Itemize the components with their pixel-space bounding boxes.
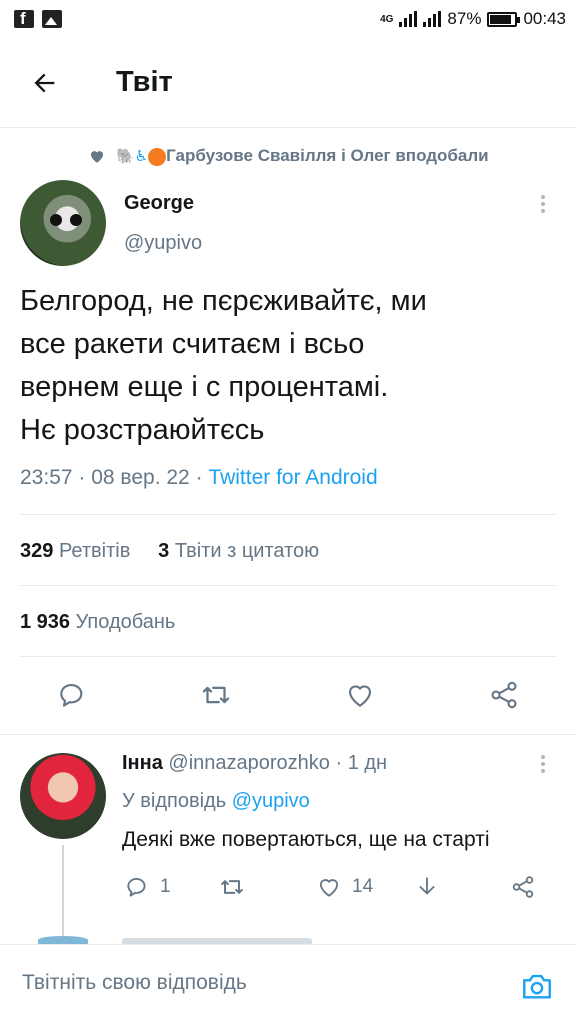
retweets-link[interactable]: 329 Ретвітів [20, 540, 130, 562]
status-bar: 4G 87% 00:43 [0, 0, 576, 38]
section-divider [0, 734, 576, 735]
liked-by-emoji: 🐘♿ [116, 148, 149, 165]
signal-icon-2 [423, 11, 442, 27]
pumpkin-icon [148, 147, 167, 166]
like-icon [348, 685, 372, 707]
tweet-meta: 23:57 · 08 вер. 22 · Twitter for Android [20, 466, 378, 489]
tweet-text: Белгород, не пєрєживайтє, ми все ракети … [20, 280, 550, 452]
retweet-button[interactable] [196, 675, 236, 715]
like-button[interactable] [340, 675, 380, 715]
like-icon [319, 879, 339, 897]
liked-by-row[interactable]: 🐘♿ Гарбузове Свавілля і Олег вподобали [88, 146, 558, 166]
page-title: Твіт [116, 66, 173, 98]
tweet-action-bar [0, 665, 576, 727]
camera-icon [523, 974, 551, 999]
liked-by-label: Гарбузове Свавілля і Олег вподобали [166, 146, 489, 165]
retweet-icon [221, 880, 243, 894]
reply-to-handle[interactable]: @yupivo [232, 790, 310, 812]
divider [20, 656, 556, 657]
liked-by-text: 🐘♿ Гарбузове Свавілля і Олег вподобали [116, 146, 489, 166]
network-type: 4G [380, 13, 394, 25]
share-button[interactable] [484, 675, 524, 715]
arrow-left-icon [34, 73, 55, 92]
camera-button[interactable] [518, 967, 556, 1005]
tweet-time: 23:57 [20, 466, 73, 489]
reply-header: Інна @innazaporozhko · 1 дн [122, 752, 388, 774]
arrow-down-icon [419, 877, 435, 895]
author-name[interactable]: George [124, 192, 194, 215]
tweet-date: 08 вер. 22 [91, 466, 190, 489]
share-icon [491, 681, 517, 709]
reply-input[interactable]: Твітніть свою відповідь [22, 971, 247, 995]
tweet-text-line: все ракети считаєм і всьо [20, 328, 365, 360]
reply-compose-bar: Твітніть свою відповідь [0, 944, 576, 1024]
reply-text: Деякі вже повертаються, ще на старті [122, 828, 490, 851]
next-reply-peek [122, 934, 322, 944]
reply-like-button[interactable]: 14 [316, 872, 373, 902]
reply-reply-button[interactable]: 1 [124, 872, 171, 902]
heart-icon [91, 151, 103, 163]
author-avatar[interactable] [20, 180, 106, 266]
tweet-source-link[interactable]: Twitter for Android [208, 466, 377, 489]
share-icon [512, 876, 534, 898]
reply-more-button[interactable] [531, 750, 555, 778]
battery-percent: 87% [447, 9, 482, 28]
next-reply-avatar [38, 936, 88, 944]
retweets-count: 329 [20, 540, 54, 562]
clock: 00:43 [523, 9, 566, 28]
reply-author-handle[interactable]: @innazaporozhko [168, 752, 330, 774]
quotes-count: 3 [158, 540, 170, 562]
image-icon [42, 10, 62, 28]
reply-author-avatar[interactable] [20, 753, 106, 839]
back-button[interactable] [0, 38, 90, 128]
quotes-link[interactable]: 3 Твіти з цитатою [158, 540, 319, 562]
reply-downvote-button[interactable] [414, 872, 440, 902]
reply-icon [60, 683, 83, 707]
battery-icon [487, 11, 521, 27]
tweet-text-line: вернем еще і с процентамі. [20, 371, 389, 403]
quotes-label: Твіти з цитатою [174, 540, 320, 562]
divider [20, 514, 556, 515]
reply-age: 1 дн [347, 752, 388, 774]
divider [20, 585, 556, 586]
reply-button[interactable] [52, 675, 92, 715]
reply-icon [127, 878, 146, 897]
likes-link[interactable]: 1 936 Уподобань [20, 611, 175, 634]
reply-author-name[interactable]: Інна [122, 752, 163, 774]
reply-retweet-button[interactable] [218, 872, 246, 902]
author-handle[interactable]: @yupivo [124, 232, 202, 255]
app-header: Твіт [0, 38, 576, 128]
facebook-icon [14, 9, 34, 29]
status-right: 4G 87% 00:43 [380, 9, 566, 29]
reply-share-button[interactable] [510, 872, 536, 902]
tweet-more-button[interactable] [531, 190, 555, 218]
tweet-text-line: Белгород, не пєрєживайтє, ми [20, 285, 427, 317]
retweet-stats: 329 Ретвітів 3 Твіти з цитатою [20, 540, 319, 563]
status-left-icons [14, 9, 62, 29]
retweet-icon [202, 686, 230, 704]
signal-icon [399, 11, 418, 27]
reply-to-line: У відповідь @yupivo [122, 790, 310, 813]
battery-fill [490, 14, 512, 24]
retweets-label: Ретвітів [58, 540, 131, 562]
reply-like-count: 14 [352, 876, 374, 897]
likes-label: Уподобань [75, 611, 176, 633]
tweet-text-line: Нє розстраюйтєсь [20, 414, 265, 446]
reply-reply-count: 1 [160, 876, 171, 897]
thread-line [62, 845, 64, 937]
likes-count: 1 936 [20, 611, 71, 633]
reply-to-label: У відповідь [122, 790, 227, 812]
